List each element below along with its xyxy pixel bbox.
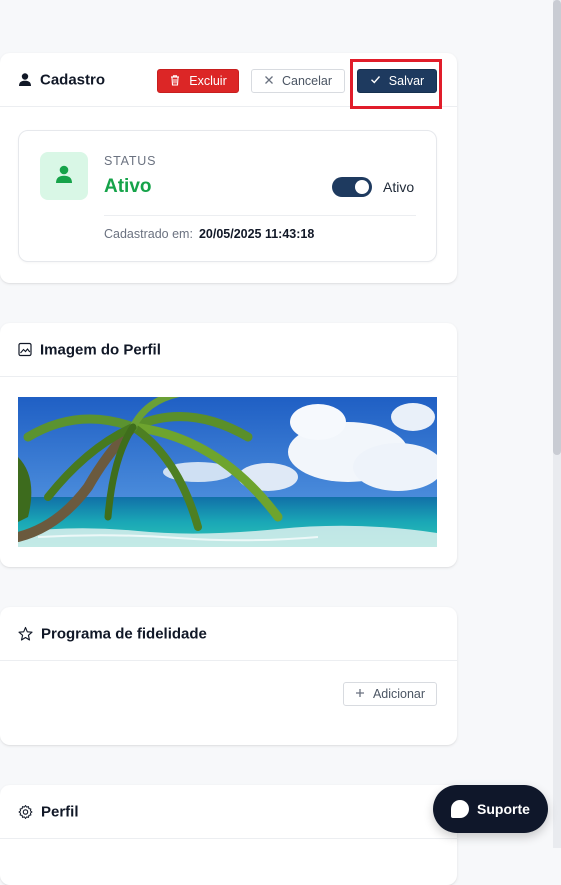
close-icon (264, 74, 274, 88)
scrollbar-thumb[interactable] (553, 0, 561, 455)
support-button-label: Suporte (477, 801, 530, 817)
status-toggle-label: Ativo (383, 179, 415, 195)
check-icon (370, 74, 381, 88)
perfil-card: Perfil (0, 785, 457, 885)
cadastro-title-text: Cadastro (40, 71, 106, 88)
profile-image-title: Imagem do Perfil (18, 341, 161, 358)
profile-image-header: Imagem do Perfil (0, 323, 457, 377)
status-avatar (40, 152, 88, 200)
plus-icon (355, 687, 365, 701)
perfil-title-text: Perfil (41, 803, 79, 820)
cadastro-card: Cadastro Excluir Cancelar Salvar STATUS … (0, 53, 457, 283)
trash-icon (169, 74, 181, 89)
delete-button-label: Excluir (189, 74, 227, 88)
status-divider (104, 215, 416, 216)
page-scrollbar[interactable] (553, 0, 561, 848)
cancel-button-label: Cancelar (281, 74, 333, 88)
loyalty-program-title-text: Programa de fidelidade (41, 625, 207, 642)
cadastro-title: Cadastro (18, 71, 105, 88)
user-icon (54, 164, 74, 189)
save-button-label: Salvar (388, 74, 425, 88)
registered-label: Cadastrado em: (104, 227, 193, 241)
star-icon (18, 626, 33, 641)
perfil-title: Perfil (18, 803, 79, 820)
profile-image[interactable] (18, 397, 437, 547)
support-button[interactable]: Suporte (433, 785, 548, 833)
user-icon (18, 73, 32, 87)
profile-image-title-text: Imagem do Perfil (40, 341, 161, 358)
loyalty-program-card: Programa de fidelidade Adicionar (0, 607, 457, 745)
registered-value: 20/05/2025 11:43:18 (198, 227, 315, 241)
profile-image-card: Imagem do Perfil (0, 323, 457, 567)
save-button[interactable]: Salvar (357, 69, 437, 93)
registered-info: Cadastrado em: 20/05/2025 11:43:18 (104, 227, 314, 241)
perfil-header: Perfil (0, 785, 457, 839)
status-label: STATUS (104, 154, 157, 168)
add-button-label: Adicionar (372, 687, 426, 701)
loyalty-program-header: Programa de fidelidade (0, 607, 457, 661)
add-button[interactable]: Adicionar (343, 682, 437, 706)
status-panel: STATUS Ativo Ativo Cadastrado em: 20/05/… (18, 130, 437, 262)
gear-icon (18, 804, 33, 819)
image-icon (18, 342, 32, 357)
beach-image (18, 397, 437, 547)
status-toggle[interactable] (332, 177, 372, 197)
loyalty-program-title: Programa de fidelidade (18, 625, 207, 642)
chat-bubble-icon (451, 800, 470, 818)
cancel-button[interactable]: Cancelar (251, 69, 345, 93)
cadastro-header: Cadastro Excluir Cancelar Salvar (0, 53, 457, 107)
delete-button[interactable]: Excluir (157, 69, 239, 93)
status-value: Ativo (104, 176, 152, 197)
toggle-knob (355, 180, 369, 194)
